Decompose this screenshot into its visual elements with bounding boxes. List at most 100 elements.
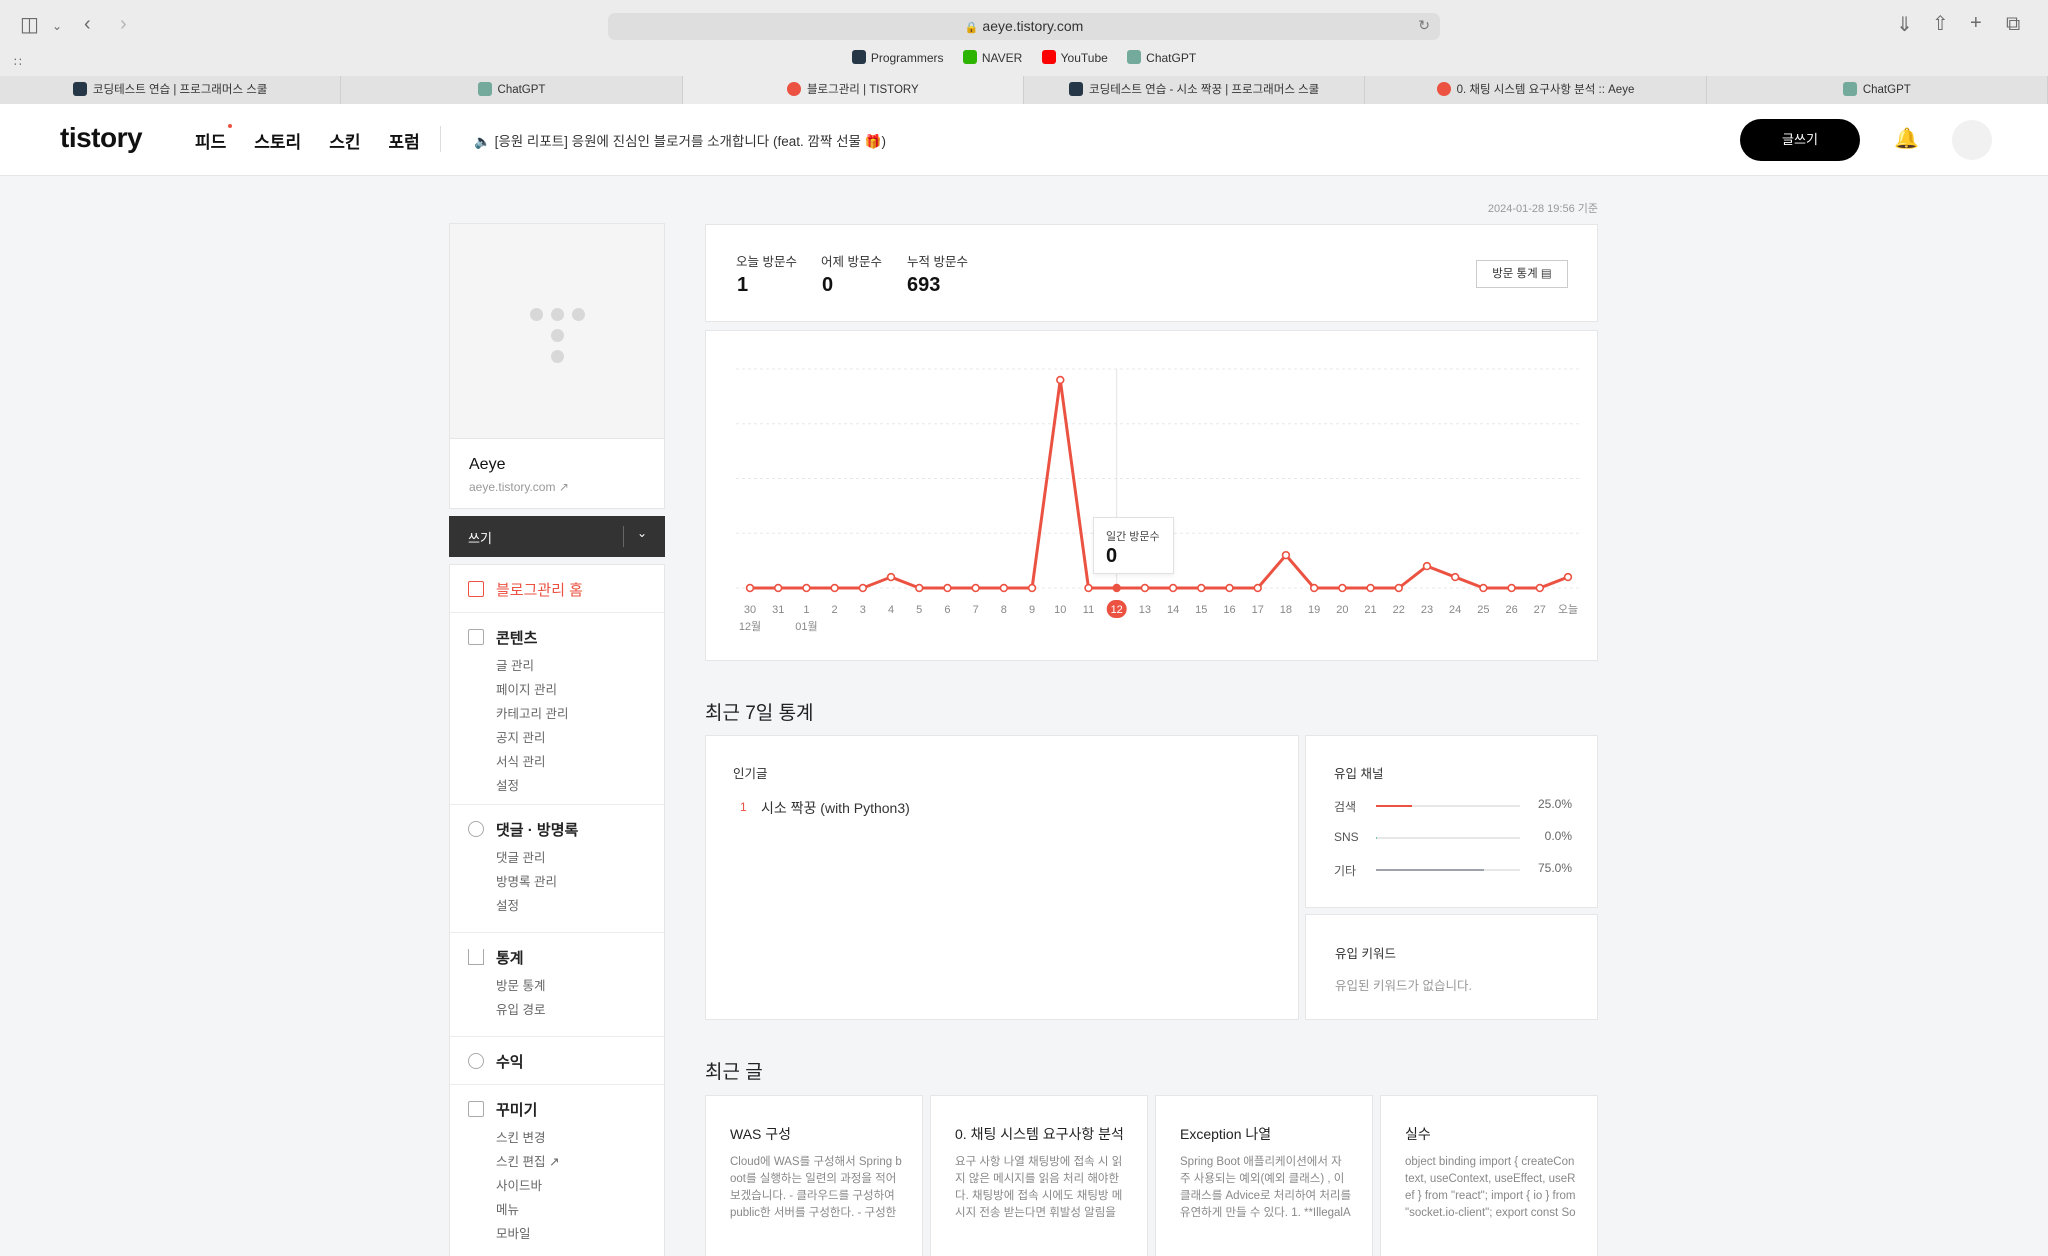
- chevron-down-icon[interactable]: ⌄: [52, 14, 62, 38]
- menu-comment-manage[interactable]: 댓글 관리: [496, 847, 545, 866]
- browser-tab[interactable]: ChatGPT: [1706, 76, 2048, 104]
- bookmark-youtube[interactable]: YouTube: [1041, 50, 1108, 65]
- x-tick-label: 16: [1223, 604, 1235, 616]
- channel-search-bar: [1376, 805, 1520, 807]
- blog-url[interactable]: aeye.tistory.com ↗: [469, 480, 569, 494]
- write-button[interactable]: 글쓰기: [1740, 119, 1860, 161]
- x-tick-label: 31: [772, 604, 784, 616]
- browser-tab[interactable]: ChatGPT: [341, 76, 683, 104]
- x-tick-label: 22: [1393, 604, 1405, 616]
- data-point: [1535, 583, 1544, 593]
- site-header: tistory 피드 스토리 스킨 포럼 🔈 [응원 리포트] 응원에 진심인 …: [0, 104, 2048, 176]
- forward-icon[interactable]: ›: [120, 12, 127, 36]
- menu-guestbook-manage[interactable]: 방명록 관리: [496, 871, 557, 890]
- x-tick-label: 5: [916, 604, 922, 616]
- stats-timestamp: 2024-01-28 19:56 기준: [1487, 203, 1598, 215]
- browser-tab[interactable]: 0. 채팅 시스템 요구사항 분석 :: Aeye: [1365, 76, 1707, 104]
- menu-mobile[interactable]: 모바일: [496, 1223, 531, 1242]
- menu-content[interactable]: 콘텐츠: [496, 627, 537, 648]
- menu-home[interactable]: 블로그관리 홈: [496, 579, 583, 600]
- bell-icon[interactable]: 🔔: [1894, 126, 1919, 151]
- menu-skin-edit[interactable]: 스킨 편집 ↗: [496, 1151, 559, 1170]
- profile-card: Aeye aeye.tistory.com ↗: [449, 223, 665, 509]
- avatar[interactable]: [1952, 120, 1992, 160]
- menu-post-manage[interactable]: 글 관리: [496, 655, 534, 674]
- keywords-panel: [1305, 914, 1598, 1020]
- tab-bar: 코딩테스트 연습 | 프로그래머스 스쿨 ChatGPT 블로그관리 | TIS…: [0, 76, 2048, 104]
- popular-posts-panel: [705, 735, 1299, 1020]
- comment-icon: [468, 821, 484, 837]
- data-point: [1507, 583, 1516, 593]
- menu-referrer[interactable]: 유입 경로: [496, 999, 545, 1018]
- channel-etc-label: 기타: [1334, 864, 1357, 878]
- keyword-empty-text: 유입된 키워드가 없습니다.: [1335, 979, 1472, 993]
- back-icon[interactable]: ‹: [84, 12, 91, 36]
- nav-skin[interactable]: 스킨: [329, 128, 360, 153]
- menu-content-settings[interactable]: 설정: [496, 775, 519, 794]
- nav-story[interactable]: 스토리: [254, 128, 301, 153]
- x-tick-label: 21: [1364, 604, 1376, 616]
- chatgpt-icon: [1842, 82, 1857, 96]
- channel-etc-bar: [1376, 869, 1520, 871]
- x-tick-label: 오늘: [1558, 603, 1578, 616]
- browser-tab[interactable]: 코딩테스트 연습 - 시소 짝꿍 | 프로그래머스 스쿨: [1023, 76, 1366, 104]
- menu-skin-change[interactable]: 스킨 변경: [496, 1127, 545, 1146]
- x-tick-label: 27: [1534, 604, 1546, 616]
- visit-stats-button[interactable]: 방문 통계 ▤: [1476, 260, 1568, 288]
- x-tick-label: 6: [944, 604, 950, 616]
- popular-post-link[interactable]: 시소 짝꿍 (with Python3): [761, 798, 910, 818]
- document-icon: [468, 629, 484, 645]
- menu-decorate[interactable]: 꾸미기: [496, 1099, 537, 1120]
- blog-name: Aeye: [469, 456, 506, 473]
- chevron-down-icon[interactable]: ⌄: [637, 526, 647, 540]
- notice-banner[interactable]: 🔈 [응원 리포트] 응원에 진심인 블로거를 소개합니다 (feat. 깜짝 …: [474, 130, 886, 150]
- new-tab-icon[interactable]: +: [1970, 11, 1982, 35]
- browser-tab[interactable]: 코딩테스트 연습 | 프로그래머스 스쿨: [0, 76, 342, 104]
- nav-feed[interactable]: 피드: [195, 124, 233, 153]
- menu-template-manage[interactable]: 서식 관리: [496, 751, 545, 770]
- data-point: [858, 583, 868, 593]
- sidebar-toggle-icon[interactable]: ◫: [20, 13, 39, 37]
- share-icon[interactable]: ⇧: [1932, 12, 1949, 36]
- address-bar[interactable]: 🔒 aeye.tistory.com ↻: [608, 13, 1440, 40]
- daily-visits-chart-panel: 30 31 1 2 3 4 5 6 7 8 9 10 11 12 13 14 15 16 17 18 19 20 21 22 2…: [705, 330, 1598, 661]
- post-card[interactable]: 실수 object binding import { createContext…: [1380, 1095, 1598, 1256]
- menu-comment-settings[interactable]: 설정: [496, 895, 519, 914]
- popular-rank: 1: [740, 800, 747, 814]
- x-tick-label: 26: [1505, 604, 1517, 616]
- reload-icon[interactable]: ↻: [1418, 17, 1430, 34]
- url-text: aeye.tistory.com: [982, 18, 1084, 34]
- tab-overview-icon[interactable]: ⧉: [2006, 12, 2020, 36]
- x-tick-label: 18: [1280, 604, 1292, 616]
- write-dropdown[interactable]: 쓰기 ⌄: [449, 516, 665, 557]
- menu-sidebar[interactable]: 사이드바: [496, 1175, 542, 1194]
- data-point: [999, 583, 1009, 593]
- channel-sns-bar: [1376, 837, 1520, 839]
- menu-revenue[interactable]: 수익: [496, 1051, 524, 1072]
- menu-comments[interactable]: 댓글 · 방명록: [496, 819, 578, 840]
- browser-tab-active[interactable]: 블로그관리 | TISTORY: [682, 76, 1024, 104]
- bookmark-naver[interactable]: NAVER: [962, 50, 1022, 65]
- menu-menu[interactable]: 메뉴: [496, 1199, 519, 1218]
- nav-forum[interactable]: 포럼: [388, 128, 419, 153]
- data-point: [1084, 583, 1093, 593]
- programmers-icon: [851, 50, 866, 64]
- today-visits-label: 오늘 방문수: [736, 255, 797, 269]
- tistory-logo[interactable]: tistory: [60, 122, 143, 154]
- menu-stats[interactable]: 통계: [496, 947, 524, 968]
- menu-category-manage[interactable]: 카테고리 관리: [496, 703, 568, 722]
- post-card[interactable]: Exception 나열 Spring Boot 애플리케이션에서 자주 사용되…: [1155, 1095, 1373, 1256]
- x-tick-label: 1: [803, 604, 809, 616]
- bookmark-programmers[interactable]: Programmers: [851, 50, 944, 65]
- menu-visit-stats[interactable]: 방문 통계: [496, 975, 545, 994]
- menu-notice-manage[interactable]: 공지 관리: [496, 727, 545, 746]
- bookmark-chatgpt[interactable]: ChatGPT: [1127, 50, 1196, 65]
- post-card[interactable]: 0. 채팅 시스템 요구사항 분석 요구 사항 나열 채팅방에 접속 시 읽지 …: [930, 1095, 1148, 1256]
- menu-page-manage[interactable]: 페이지 관리: [496, 679, 557, 698]
- download-icon[interactable]: ⇓: [1896, 13, 1913, 37]
- data-point: [1394, 583, 1403, 593]
- chatgpt-icon: [1127, 50, 1142, 64]
- data-point: [1225, 583, 1234, 593]
- profile-image: [450, 224, 664, 439]
- post-card[interactable]: WAS 구성 Cloud에 WAS를 구성해서 Spring boot를 실행하…: [705, 1095, 923, 1256]
